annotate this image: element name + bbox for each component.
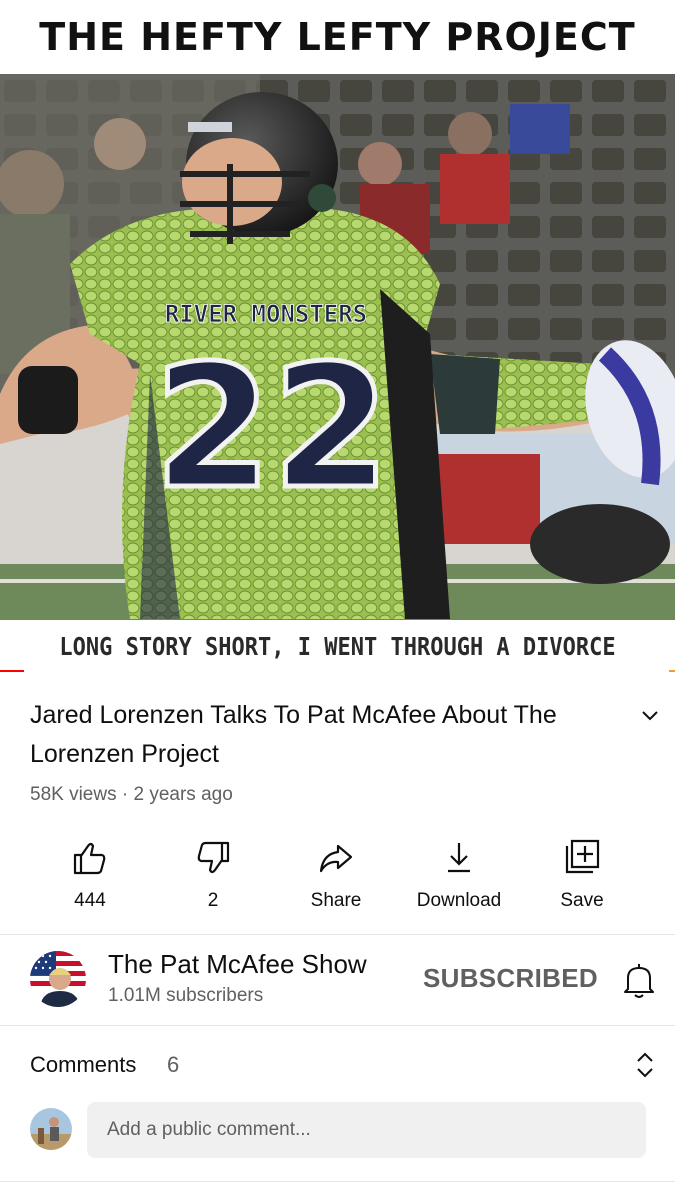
dislike-count: 2: [207, 890, 219, 911]
save-label: Save: [560, 890, 604, 911]
progress-played: [0, 670, 24, 672]
save-playlist-icon: [565, 839, 600, 874]
share-label: Share: [310, 890, 362, 911]
thumbs-up-icon: [73, 842, 106, 875]
video-thumbnail-image: RIVER MONSTERS 22: [0, 74, 675, 620]
user-avatar: [30, 1108, 72, 1150]
channel-name[interactable]: The Pat McAfee Show: [108, 949, 367, 980]
video-overlay-caption: LONG STORY SHORT, I WENT THROUGH A DIVOR…: [59, 632, 616, 662]
subscribed-button[interactable]: SUBSCRIBED: [423, 963, 598, 994]
comment-input[interactable]: [87, 1102, 646, 1158]
share-icon: [319, 844, 353, 873]
channel-row[interactable]: The Pat McAfee Show 1.01M subscribers SU…: [0, 935, 675, 1025]
download-label: Download: [416, 890, 502, 911]
save-button[interactable]: Save: [520, 832, 644, 912]
thumbs-down-icon: [197, 841, 230, 874]
subscriber-count: 1.01M subscribers: [108, 985, 264, 1006]
download-icon: [448, 843, 470, 873]
jersey-number-text: 22: [154, 329, 391, 527]
share-button[interactable]: Share: [274, 832, 398, 912]
like-count: 444: [74, 890, 106, 911]
dislike-button[interactable]: 2: [151, 832, 275, 912]
expand-collapse-icon[interactable]: [634, 1050, 656, 1085]
comments-section[interactable]: Comments 6: [0, 1026, 675, 1200]
video-meta: 58K views · 2 years ago: [30, 784, 233, 806]
video-frame[interactable]: RIVER MONSTERS 22: [0, 74, 675, 620]
view-count: 58K views: [30, 784, 117, 805]
progress-buffer-end: [669, 670, 675, 672]
video-title[interactable]: Jared Lorenzen Talks To Pat McAfee About…: [30, 696, 610, 774]
action-bar: 444 2 Share Download Save: [0, 832, 675, 932]
comments-label: Comments: [30, 1052, 137, 1077]
meta-separator: ·: [116, 784, 134, 805]
comments-count: 6: [167, 1052, 180, 1077]
channel-avatar[interactable]: [30, 951, 86, 1007]
download-button[interactable]: Download: [397, 832, 521, 912]
bell-icon[interactable]: [622, 961, 656, 1004]
jersey-team-text: RIVER MONSTERS: [165, 300, 367, 328]
upload-age: 2 years ago: [133, 784, 233, 805]
video-progress-bar[interactable]: [0, 670, 675, 672]
like-button[interactable]: 444: [28, 832, 152, 912]
video-player[interactable]: THE HEFTY LEFTY PROJECT RIVER MONSTERS 2…: [0, 0, 675, 672]
video-overlay-title: THE HEFTY LEFTY PROJECT: [39, 15, 636, 59]
chevron-down-icon[interactable]: [636, 702, 664, 730]
divider: [0, 1181, 675, 1182]
